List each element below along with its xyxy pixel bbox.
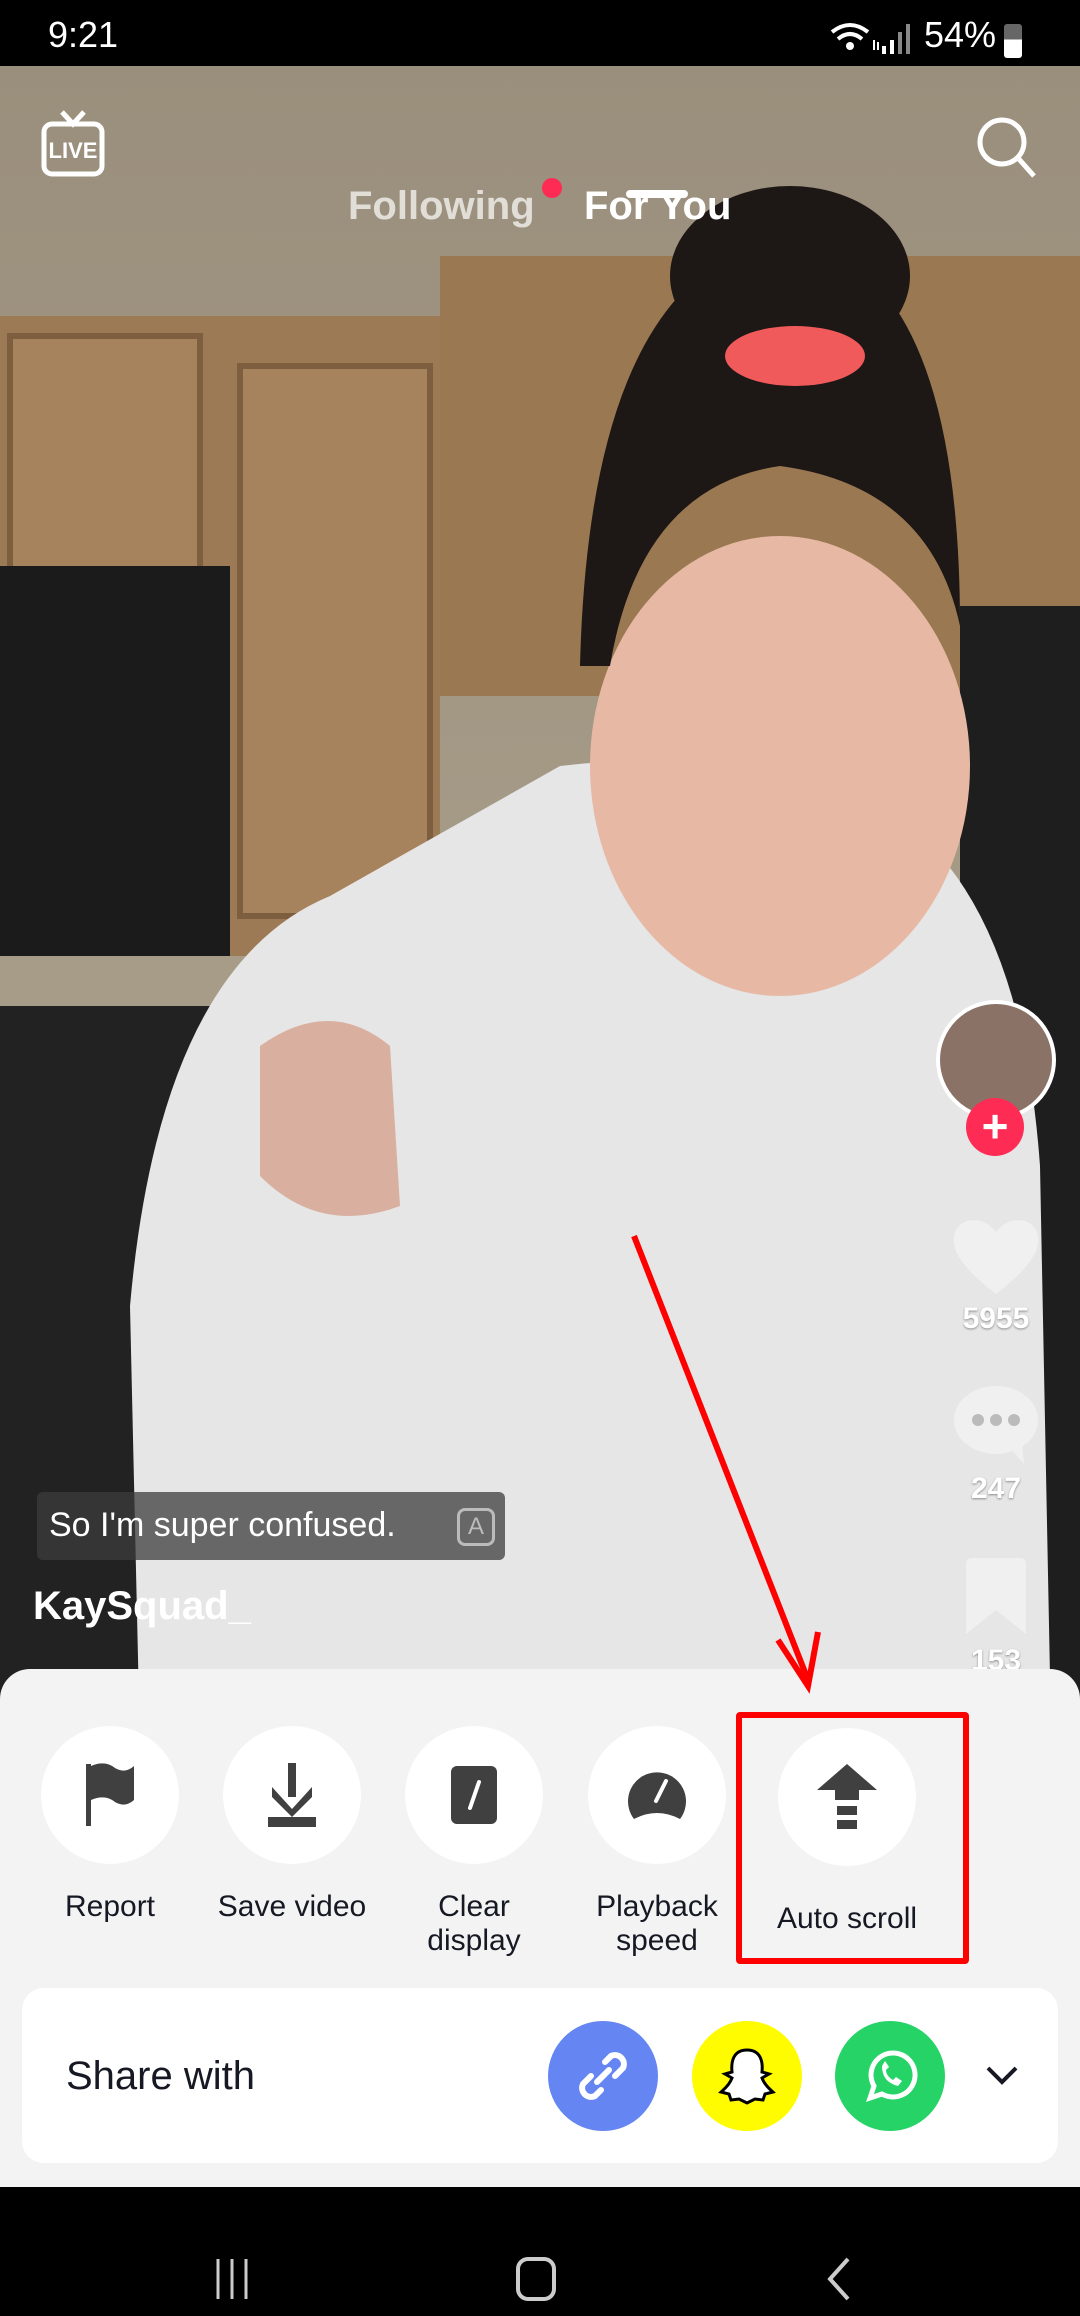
translate-icon[interactable]: A (457, 1508, 495, 1546)
report-button[interactable]: Report (25, 1726, 195, 1924)
search-icon[interactable] (974, 114, 1038, 180)
tab-following[interactable]: Following (348, 184, 535, 229)
flag-icon (86, 1763, 134, 1826)
clear-display-label: Clear display (427, 1890, 521, 1957)
username[interactable]: KaySquad_ (33, 1584, 251, 1629)
download-icon (268, 1763, 316, 1827)
notification-dot (542, 178, 562, 198)
active-tab-indicator (626, 190, 688, 198)
status-time: 9:21 (48, 14, 119, 55)
snapchat-share-button[interactable] (692, 2021, 802, 2131)
whatsapp-icon (866, 2050, 918, 2102)
copy-link-button[interactable] (548, 2021, 658, 2131)
comment-icon[interactable] (950, 1382, 1042, 1466)
report-label: Report (64, 1890, 156, 1923)
share-with-label: Share with (66, 2054, 255, 2098)
wifi-icon (830, 23, 879, 50)
system-nav-bar (0, 2187, 1080, 2316)
recent-apps-icon[interactable] (210, 2257, 258, 2301)
snapchat-icon (718, 2048, 776, 2105)
annotation-highlight-box (736, 1712, 969, 1964)
follow-plus-icon[interactable]: + (966, 1098, 1024, 1156)
clear-display-button[interactable]: Clear display (389, 1726, 559, 1958)
battery-icon (1004, 24, 1022, 58)
signal-icon (882, 24, 910, 54)
chevron-down-icon[interactable] (984, 2064, 1020, 2088)
battery-percent: 54% (924, 14, 997, 55)
home-icon[interactable] (514, 2257, 562, 2301)
heart-icon[interactable] (950, 1214, 1042, 1298)
comment-count: 247 (970, 1472, 1022, 1505)
bookmark-icon[interactable] (962, 1558, 1030, 1636)
speedometer-icon (628, 1772, 686, 1819)
save-video-label: Save video (217, 1890, 367, 1923)
status-bar: 9:21 54% (0, 0, 1080, 66)
playback-speed-button[interactable]: Playback speed (572, 1726, 742, 1958)
whatsapp-share-button[interactable] (835, 2021, 945, 2131)
live-button[interactable]: LIVE (40, 110, 106, 185)
like-count: 5955 (962, 1302, 1030, 1335)
live-label: LIVE (48, 138, 98, 163)
back-icon[interactable] (824, 2257, 854, 2301)
clear-display-icon (451, 1766, 497, 1824)
caption-text: So I'm super confused. (49, 1506, 396, 1544)
link-icon (579, 2052, 627, 2100)
playback-speed-label: Playback speed (596, 1890, 718, 1957)
caption-overlay: So I'm super confused. A (37, 1492, 505, 1560)
save-video-button[interactable]: Save video (207, 1726, 377, 1924)
